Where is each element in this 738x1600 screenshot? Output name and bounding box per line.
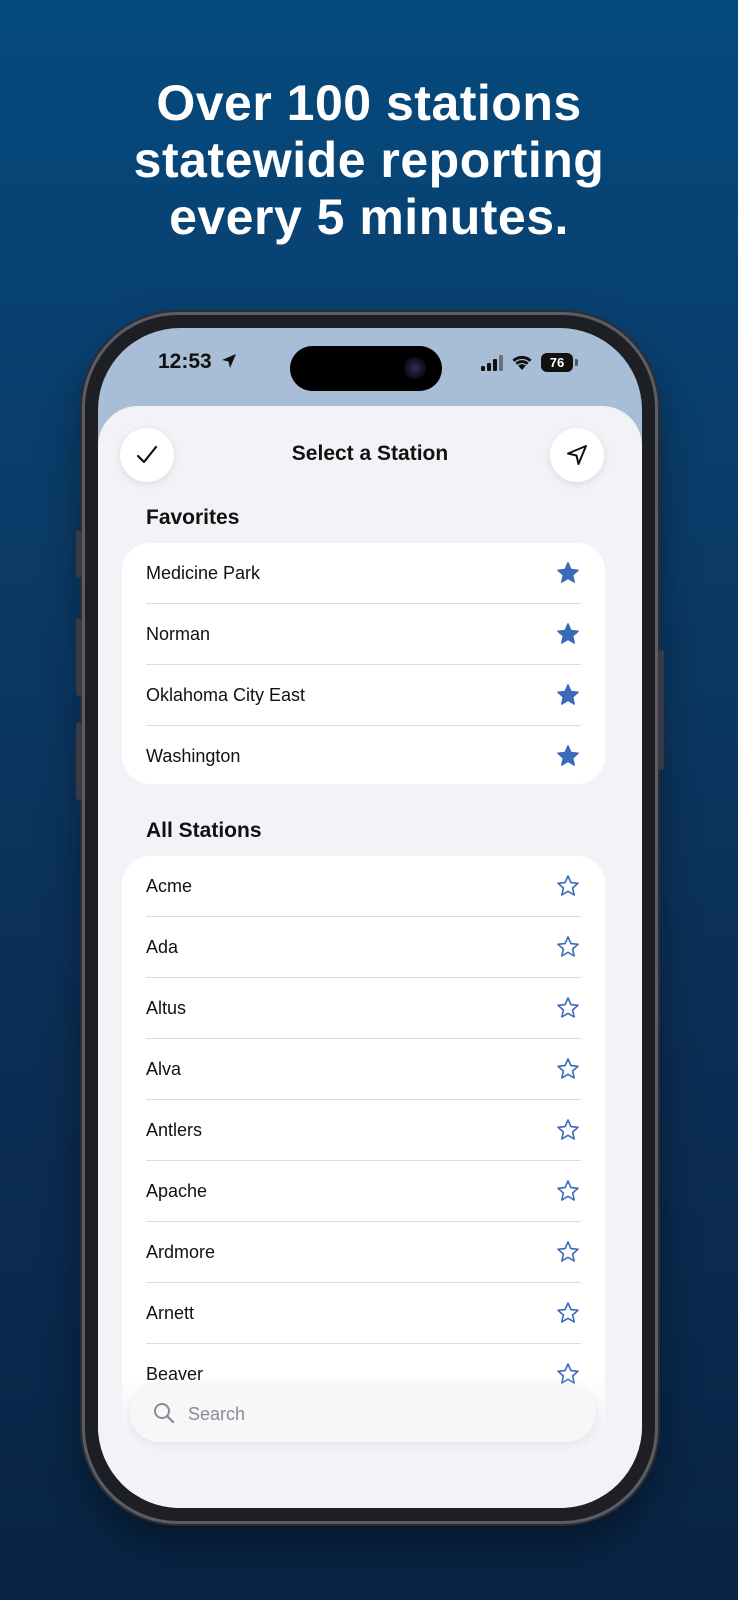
search-icon: [154, 1403, 175, 1424]
station-picker-sheet: Select a Station Favorites Medicine Park…: [98, 406, 642, 1508]
star-outline-icon[interactable]: [556, 1301, 580, 1325]
favorites-heading: Favorites: [146, 506, 240, 529]
star-filled-icon[interactable]: [556, 683, 580, 707]
all-stations-list: Acme Ada Altus Alva Antlers Apache Ardmore Arne…: [122, 856, 605, 1456]
station-name: Antlers: [146, 1120, 203, 1140]
status-time: 12:53: [158, 350, 212, 373]
station-name: Arnett: [146, 1303, 195, 1323]
signal-icon: [481, 355, 503, 371]
station-row[interactable]: Medicine Park: [122, 543, 605, 604]
star-outline-icon[interactable]: [556, 996, 580, 1020]
station-name: Norman: [146, 624, 211, 644]
station-name: Ardmore: [146, 1242, 216, 1262]
station-row[interactable]: Altus: [122, 978, 605, 1039]
station-row[interactable]: Acme: [122, 856, 605, 917]
battery-icon: 76: [541, 353, 573, 372]
station-name: Medicine Park: [146, 563, 261, 583]
star-filled-icon[interactable]: [556, 561, 580, 585]
station-row[interactable]: Ardmore: [122, 1222, 605, 1283]
station-name: Apache: [146, 1181, 208, 1201]
dynamic-island: [290, 346, 442, 391]
star-outline-icon[interactable]: [556, 935, 580, 959]
star-outline-icon[interactable]: [556, 1179, 580, 1203]
star-filled-icon[interactable]: [556, 744, 580, 768]
phone-action-button: [76, 530, 82, 578]
station-name: Ada: [146, 937, 179, 957]
station-row[interactable]: Apache: [122, 1161, 605, 1222]
wifi-icon: [512, 355, 532, 370]
phone-screen: 12:53 76 Select a Station Favorites Medi…: [98, 328, 642, 1508]
star-filled-icon[interactable]: [556, 622, 580, 646]
headline: Over 100 stations statewide reporting ev…: [0, 75, 738, 246]
station-row[interactable]: Arnett: [122, 1283, 605, 1344]
location-arrow-icon: [567, 445, 587, 465]
station-name: Acme: [146, 876, 193, 896]
star-outline-icon[interactable]: [556, 1057, 580, 1081]
star-outline-icon[interactable]: [556, 1240, 580, 1264]
station-name: Washington: [146, 746, 241, 766]
station-name: Alva: [146, 1059, 182, 1079]
star-outline-icon[interactable]: [556, 1118, 580, 1142]
phone-volume-up-button: [76, 618, 82, 696]
phone-volume-down-button: [76, 722, 82, 800]
station-name: Altus: [146, 998, 187, 1018]
status-bar: 12:53 76: [98, 328, 642, 406]
favorites-list: Medicine Park Norman Oklahoma City East Was…: [122, 543, 605, 784]
station-row[interactable]: Antlers: [122, 1100, 605, 1161]
station-row[interactable]: Norman: [122, 604, 605, 665]
star-outline-icon[interactable]: [556, 874, 580, 898]
location-arrow-icon: [222, 354, 236, 368]
headline-line-1: Over 100 stations: [156, 75, 582, 131]
phone-power-button: [658, 650, 664, 770]
search-bar[interactable]: [130, 1384, 596, 1442]
battery-tip: [575, 359, 578, 366]
station-name: Oklahoma City East: [146, 685, 306, 705]
front-camera: [404, 357, 426, 379]
headline-line-3: every 5 minutes.: [169, 189, 569, 245]
all-stations-heading: All Stations: [146, 819, 262, 842]
station-row[interactable]: Ada: [122, 917, 605, 978]
station-row[interactable]: Oklahoma City East: [122, 665, 605, 726]
station-row[interactable]: Alva: [122, 1039, 605, 1100]
search-input[interactable]: [186, 1399, 570, 1429]
current-location-button[interactable]: [550, 428, 604, 482]
headline-line-2: statewide reporting: [133, 132, 605, 188]
station-row[interactable]: Washington: [122, 726, 605, 784]
